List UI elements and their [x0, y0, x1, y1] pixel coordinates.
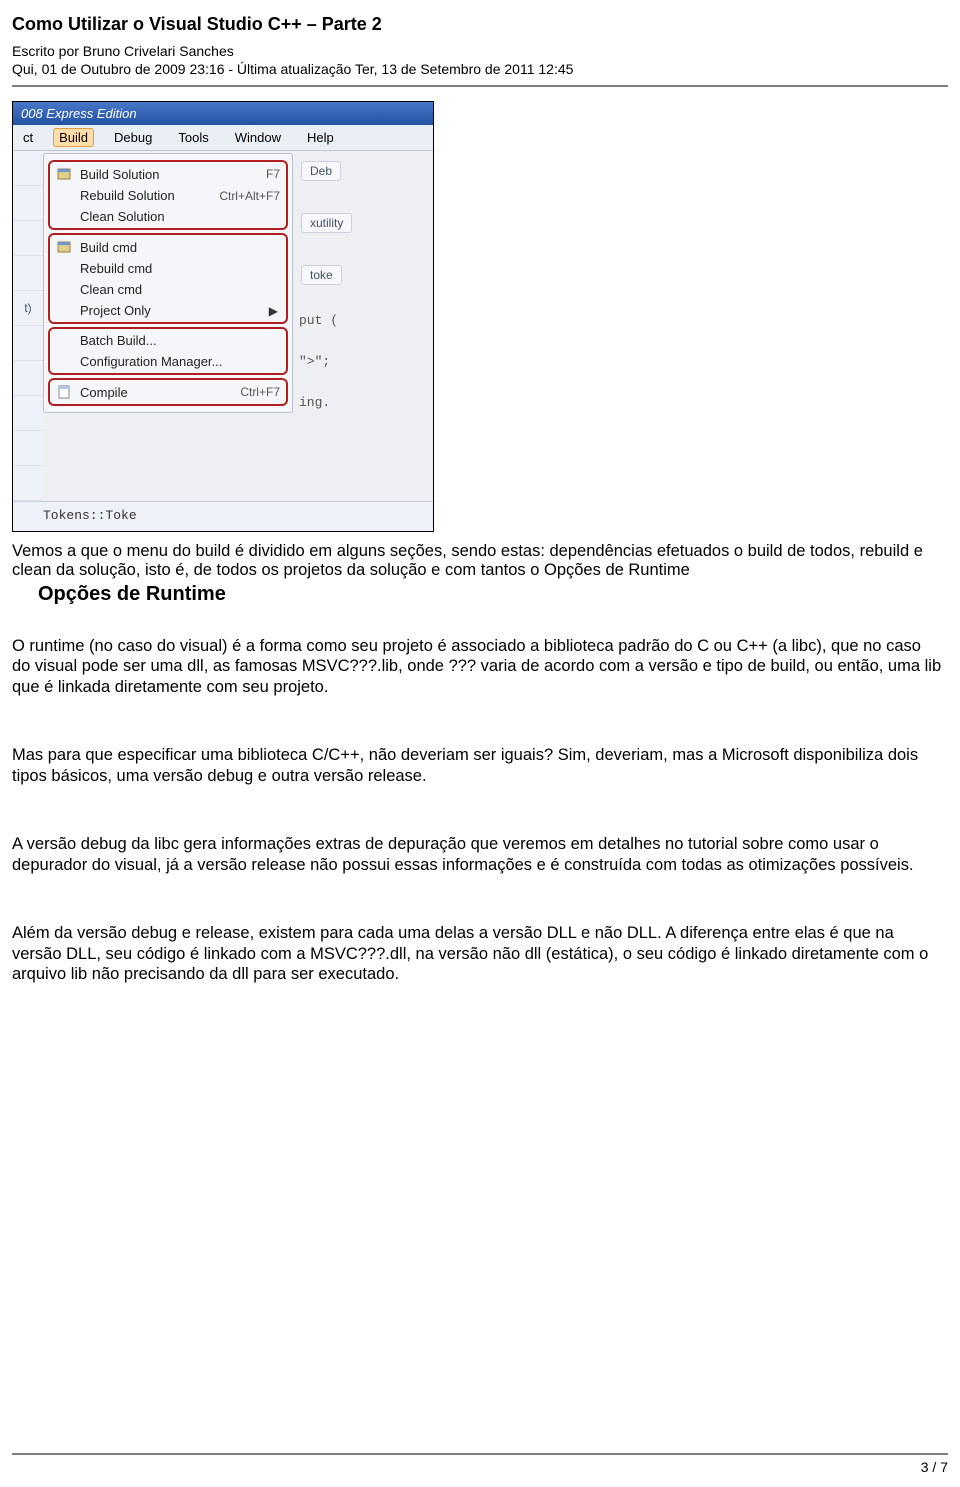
menu-shortcut: Ctrl+Alt+F7	[219, 189, 280, 203]
menu-label: Build cmd	[80, 240, 280, 255]
build-icon	[54, 166, 74, 182]
page-footer: 3 / 7	[12, 1445, 948, 1475]
menu-shortcut: F7	[266, 167, 280, 181]
menu-section: Batch Build... Configuration Manager...	[48, 327, 288, 375]
menu-item-project-only[interactable]: Project Only ▶	[50, 300, 286, 321]
menu-item-configuration-manager[interactable]: Configuration Manager...	[50, 351, 286, 372]
garbled-text-block: Vemos a que o menu do build é dividido e…	[12, 542, 948, 581]
menu-label: Clean Solution	[80, 209, 280, 224]
screenshot-right-fragments: Deb xutility toke put ( ">"; ing.	[293, 151, 433, 436]
code-chip: xutility	[301, 213, 352, 233]
gutter-row	[13, 256, 43, 291]
screenshot-footer-code: Tokens::Toke	[13, 501, 433, 531]
gutter-row	[13, 466, 43, 501]
menubar-item[interactable]: Debug	[108, 128, 158, 147]
body-paragraph: Mas para que especificar uma biblioteca …	[12, 745, 942, 786]
menu-label: Rebuild Solution	[80, 188, 213, 203]
code-fragment: ing.	[299, 395, 433, 410]
section-heading-opcoes-runtime: Opções de Runtime	[38, 583, 948, 606]
menu-label: Build Solution	[80, 167, 260, 182]
menu-item-batch-build[interactable]: Batch Build...	[50, 330, 286, 351]
menu-item-build-solution[interactable]: Build Solution F7	[50, 163, 286, 185]
menu-label: Configuration Manager...	[80, 354, 280, 369]
body-paragraph: A versão debug da libc gera informações …	[12, 834, 942, 875]
page-title: Como Utilizar o Visual Studio C++ – Part…	[12, 14, 948, 35]
build-icon	[54, 239, 74, 255]
menu-label: Project Only	[80, 303, 263, 318]
code-chip: Deb	[301, 161, 341, 181]
gutter-row	[13, 396, 43, 431]
menu-item-clean-solution[interactable]: Clean Solution	[50, 206, 286, 227]
menu-section: Build cmd Rebuild cmd Clean cmd Project …	[48, 233, 288, 324]
menubar-item-build[interactable]: Build	[53, 128, 94, 147]
menubar: ct Build Debug Tools Window Help	[13, 125, 433, 151]
header-divider	[12, 85, 948, 87]
body-paragraph: Além da versão debug e release, existem …	[12, 923, 942, 984]
body-paragraph: O runtime (no caso do visual) é a forma …	[12, 636, 942, 697]
menubar-item[interactable]: Tools	[172, 128, 214, 147]
gutter-row: t)	[13, 291, 43, 326]
compile-icon	[54, 384, 74, 400]
window-titlebar: 008 Express Edition	[13, 102, 433, 125]
gutter-row	[13, 151, 43, 186]
menubar-item[interactable]: Window	[229, 128, 287, 147]
menu-label: Compile	[80, 385, 234, 400]
date-line: Qui, 01 de Outubro de 2009 23:16 - Últim…	[12, 61, 948, 77]
menu-item-compile[interactable]: Compile Ctrl+F7	[50, 381, 286, 403]
menu-item-rebuild-cmd[interactable]: Rebuild cmd	[50, 258, 286, 279]
menu-label: Clean cmd	[80, 282, 280, 297]
menubar-item[interactable]: ct	[17, 128, 39, 147]
gutter-row	[13, 431, 43, 466]
submenu-arrow-icon: ▶	[269, 304, 280, 318]
menu-label: Rebuild cmd	[80, 261, 280, 276]
menu-shortcut: Ctrl+F7	[240, 385, 280, 399]
menu-item-build-cmd[interactable]: Build cmd	[50, 236, 286, 258]
menubar-item[interactable]: Help	[301, 128, 340, 147]
page-number: 3 / 7	[12, 1459, 948, 1475]
menu-section: Build Solution F7 Rebuild Solution Ctrl+…	[48, 160, 288, 230]
footer-divider	[12, 1453, 948, 1455]
author-line: Escrito por Bruno Crivelari Sanches	[12, 43, 948, 59]
gutter-row	[13, 326, 43, 361]
code-fragment: ">";	[299, 354, 433, 369]
menu-section: Compile Ctrl+F7	[48, 378, 288, 406]
screenshot-left-gutter: t)	[13, 151, 43, 501]
gutter-row	[13, 221, 43, 256]
build-menu-dropdown: Build Solution F7 Rebuild Solution Ctrl+…	[43, 153, 293, 413]
code-fragment: put (	[299, 313, 433, 328]
menu-item-rebuild-solution[interactable]: Rebuild Solution Ctrl+Alt+F7	[50, 185, 286, 206]
gutter-row	[13, 361, 43, 396]
menu-item-clean-cmd[interactable]: Clean cmd	[50, 279, 286, 300]
code-chip: toke	[301, 265, 342, 285]
menu-label: Batch Build...	[80, 333, 280, 348]
embedded-screenshot: 008 Express Edition ct Build Debug Tools…	[12, 101, 434, 532]
gutter-row	[13, 186, 43, 221]
